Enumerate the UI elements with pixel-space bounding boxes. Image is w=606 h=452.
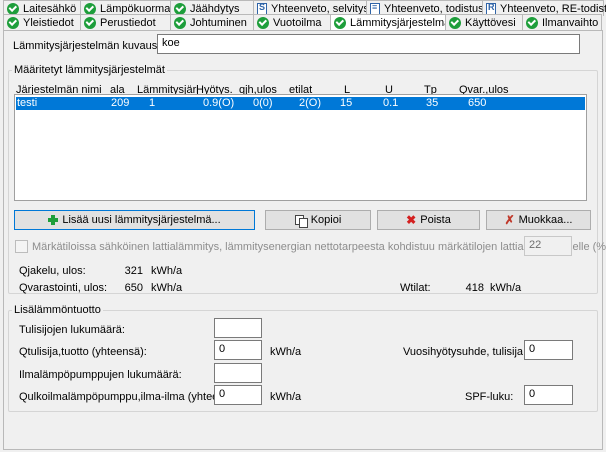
cell-u: 0.1 <box>383 97 399 109</box>
check-icon <box>257 16 269 29</box>
tab-kayttovesi[interactable]: Käyttövesi <box>445 14 523 30</box>
extra-heat-group-title: Lisälämmöntuotto <box>12 304 103 316</box>
cell-qjh: 0(0) <box>253 97 273 109</box>
cell-efficiency: 0.9(O) <box>203 97 235 109</box>
wtilat-label: Wtilat: <box>400 282 431 294</box>
list-item[interactable]: testi 209 1 0.9(O) 0(0) 2(O) 15 0.1 35 6… <box>16 97 585 110</box>
cell-qvar: 650 <box>468 97 487 109</box>
tab-yleistiedot[interactable]: Yleistiedot <box>3 14 81 30</box>
qjakelu-unit: kWh/a <box>151 265 183 277</box>
tab-label: Lämmitysjärjestelmä <box>350 16 451 29</box>
qilp-unit: kWh/a <box>270 391 302 403</box>
cell-etilat: 2(O) <box>299 97 321 109</box>
annual-efficiency-label: Vuosihyötysuhde, tulisija: <box>403 346 527 358</box>
plus-icon <box>48 215 59 225</box>
qjakelu-label: Qjakelu, ulos: <box>19 265 86 277</box>
button-label: Poista <box>420 214 451 226</box>
cell-l: 15 <box>340 97 353 109</box>
edit-button[interactable]: ✗ Muokkaa... <box>486 210 591 230</box>
heatpumps-label: Ilmalämpöpumppujen lukumäärä: <box>19 369 182 381</box>
tab-label: Jäähdytys <box>190 2 240 15</box>
qtulisija-input[interactable]: 0 <box>214 340 262 360</box>
check-icon <box>174 2 186 15</box>
tab-label: Yleistiedot <box>23 16 74 29</box>
qvarastointi-label: Qvarastointi, ulos: <box>19 282 108 294</box>
spf-input[interactable]: 0 <box>524 385 573 405</box>
description-label: Lämmitysjärjestelmän kuvaus: <box>13 40 161 52</box>
wtilat-unit: kWh/a <box>490 282 522 294</box>
tab-label: Käyttövesi <box>465 16 516 29</box>
delete-icon: ✖ <box>406 213 417 227</box>
tab-perustiedot[interactable]: Perustiedot <box>80 14 171 30</box>
tab-row-2: Yleistiedot Perustiedot Johtuminen Vuoto… <box>3 14 602 30</box>
qjakelu-value: 321 <box>124 265 143 277</box>
tab-label: Yhteenveto, RE-todistus <box>500 2 606 15</box>
spf-label: SPF-luku: <box>465 391 514 403</box>
edit-icon: ✗ <box>504 213 515 227</box>
floor-heating-checkbox[interactable] <box>15 240 28 253</box>
copy-button[interactable]: Kopioi <box>265 210 371 230</box>
tab-ilmanvaihto[interactable]: Ilmanvaihto <box>522 14 602 30</box>
cell-ala: 209 <box>111 97 130 109</box>
fireplaces-label: Tulisijojen lukumäärä: <box>19 324 125 336</box>
tab-label: Yhteenveto, selvitys <box>271 2 369 15</box>
cell-tp: 35 <box>426 97 439 109</box>
qilp-input[interactable]: 0 <box>214 385 262 405</box>
delete-button[interactable]: ✖ Poista <box>377 210 480 230</box>
check-icon <box>526 16 538 29</box>
qtulisija-unit: kWh/a <box>270 346 302 358</box>
button-label: Muokkaa... <box>518 214 573 226</box>
copy-icon <box>294 214 308 228</box>
tab-lammitysjarjestelma[interactable]: Lämmitysjärjestelmä <box>330 14 450 30</box>
check-icon <box>174 16 186 29</box>
qilp-label: Qulkoilmalämpöpumppu,ilma-ilma (yhteensä… <box>19 391 243 403</box>
tab-label: Lämpökuorma <box>100 2 171 15</box>
check-icon <box>84 2 96 15</box>
heatpumps-input[interactable] <box>214 363 262 383</box>
qvarastointi-unit: kWh/a <box>151 282 183 294</box>
tab-label: Perustiedot <box>100 16 156 29</box>
check-icon <box>7 2 19 15</box>
tab-label: Ilmanvaihto <box>542 16 599 29</box>
button-label: Lisää uusi lämmitysjärjestelmä... <box>62 214 221 226</box>
fireplaces-input[interactable] <box>214 318 262 338</box>
systems-list[interactable]: testi 209 1 0.9(O) 0(0) 2(O) 15 0.1 35 6… <box>14 94 587 201</box>
tab-label: Yhteenveto, todistus <box>384 2 484 15</box>
document-icon <box>257 2 267 15</box>
tab-label: Vuotoilma <box>273 16 322 29</box>
tab-johtuminen[interactable]: Johtuminen <box>170 14 254 30</box>
floor-heating-input[interactable]: 22 <box>524 236 572 256</box>
qtulisija-label: Qtulisija,tuotto (yhteensä): <box>19 346 147 358</box>
tab-label: Johtuminen <box>190 16 247 29</box>
wtilat-value: 418 <box>465 282 484 294</box>
tab-vuotoilma[interactable]: Vuotoilma <box>253 14 331 30</box>
document-icon <box>486 2 496 15</box>
description-input[interactable]: koe <box>157 34 580 54</box>
check-icon <box>7 16 19 29</box>
cell-name: testi <box>17 97 38 109</box>
add-system-button[interactable]: Lisää uusi lämmitysjärjestelmä... <box>14 210 255 230</box>
cell-system: 1 <box>149 97 156 109</box>
check-icon <box>449 16 461 29</box>
systems-group-title: Määritetyt lämmitysjärjestelmät <box>12 64 167 76</box>
check-icon <box>334 16 346 29</box>
floor-heating-label: Märkätiloissa sähköinen lattialämmitys, … <box>32 241 606 253</box>
tab-label: Laitesähkö <box>23 2 77 15</box>
qvarastointi-value: 650 <box>124 282 143 294</box>
button-label: Kopioi <box>310 214 342 226</box>
document-icon <box>370 2 380 15</box>
annual-efficiency-input[interactable]: 0 <box>524 340 573 360</box>
check-icon <box>84 16 96 29</box>
